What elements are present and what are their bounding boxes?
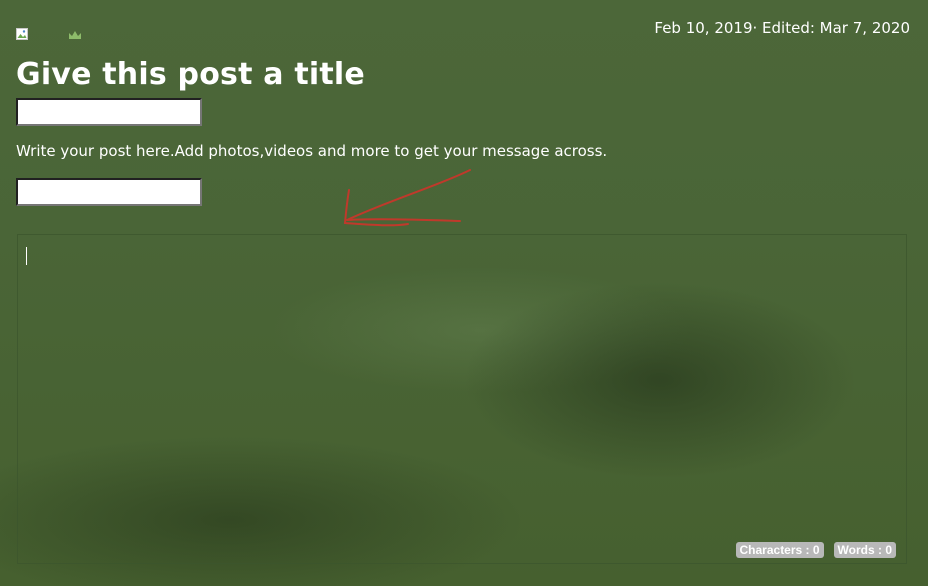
title-input[interactable] [16, 98, 202, 126]
post-date: Feb 10, 2019· Edited: Mar 7, 2020 [654, 19, 910, 37]
character-count-badge: Characters : 0 [735, 542, 824, 558]
broken-image-icon [16, 28, 28, 40]
annotation-arrow-icon [343, 169, 471, 227]
post-editor[interactable]: Characters : 0 Words : 0 [17, 234, 907, 564]
page-title: Give this post a title [16, 57, 365, 92]
editor-counters: Characters : 0 Words : 0 [735, 542, 896, 558]
secondary-input[interactable] [16, 178, 202, 206]
post-instructions: Write your post here.Add photos,videos a… [16, 142, 608, 160]
word-count-badge: Words : 0 [833, 542, 896, 558]
text-caret [26, 247, 27, 265]
crown-icon [69, 31, 81, 39]
